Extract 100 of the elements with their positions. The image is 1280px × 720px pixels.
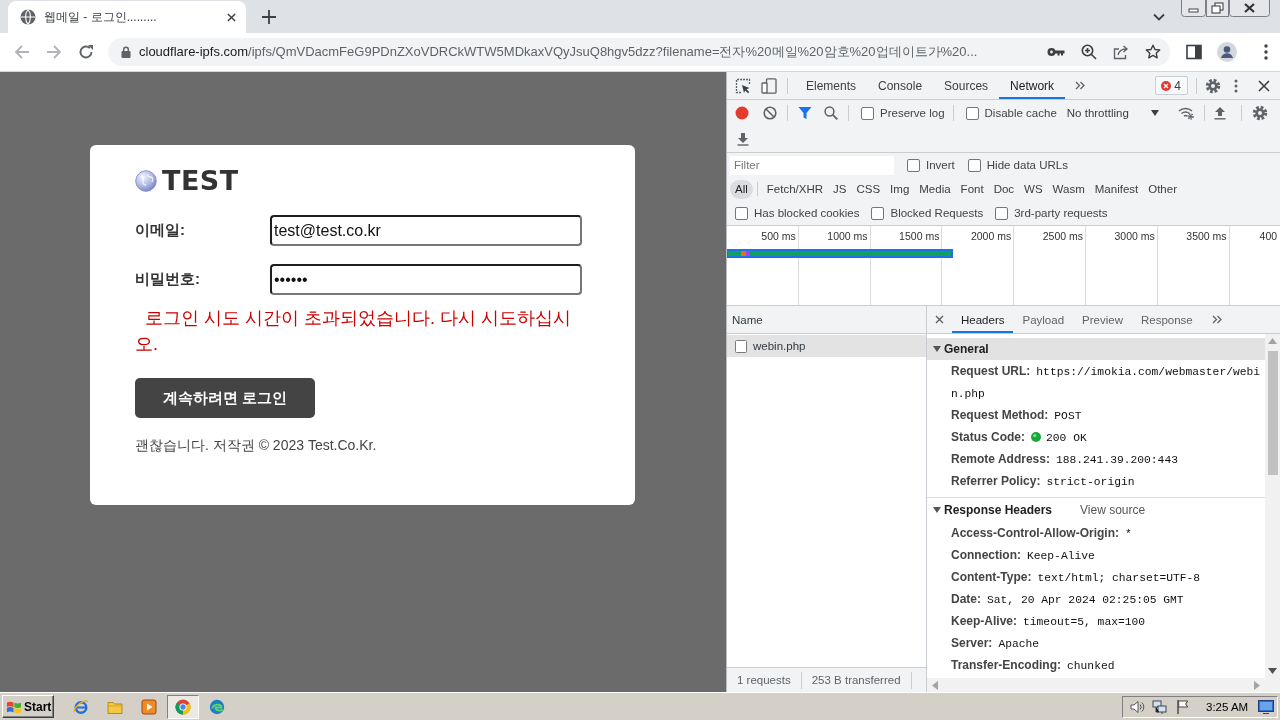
speaker-icon[interactable] xyxy=(1129,698,1145,715)
caret-down-icon[interactable] xyxy=(933,506,941,514)
restore-icon[interactable] xyxy=(1206,0,1229,17)
type-filter-button[interactable]: Media xyxy=(914,179,956,199)
plus-icon[interactable] xyxy=(262,10,276,24)
star-icon[interactable] xyxy=(1145,44,1161,60)
inspect-icon[interactable] xyxy=(735,77,751,94)
network-icon[interactable] xyxy=(1152,698,1168,715)
checkbox[interactable] xyxy=(995,206,1009,220)
checkbox-label[interactable]: Hide data URLs xyxy=(986,159,1068,171)
checkbox[interactable] xyxy=(907,158,920,172)
show-desktop-icon[interactable] xyxy=(1258,699,1274,714)
download-icon[interactable] xyxy=(736,132,750,146)
checkbox-label[interactable]: Disable cache xyxy=(984,107,1057,119)
field-label: 이메일: xyxy=(135,221,186,240)
filter-icon[interactable] xyxy=(798,106,812,120)
devtools-tab[interactable]: Console xyxy=(867,72,934,99)
more-icon[interactable] xyxy=(1264,44,1268,60)
scrollbar-thumb[interactable] xyxy=(1267,351,1278,475)
chevrons-icon[interactable] xyxy=(1075,81,1086,90)
type-filter-button[interactable]: JS xyxy=(828,179,852,199)
type-filter-button[interactable]: Font xyxy=(955,179,989,199)
side-panel-icon[interactable] xyxy=(1186,44,1202,60)
taskbar-button[interactable] xyxy=(167,694,199,719)
checkbox-label[interactable]: Preserve log xyxy=(880,107,945,119)
input-field[interactable]: •••••• xyxy=(270,264,582,295)
checkbox-label[interactable]: Blocked Requests xyxy=(890,207,984,219)
record-icon[interactable] xyxy=(735,106,749,120)
details-tab[interactable]: Response xyxy=(1131,306,1202,333)
section-title[interactable]: Response Headers xyxy=(944,503,1053,517)
wifi-gear-icon[interactable] xyxy=(1177,106,1194,120)
type-filter-button[interactable]: Manifest xyxy=(1089,179,1144,199)
reload-icon[interactable] xyxy=(78,44,94,60)
type-filter-button[interactable]: Img xyxy=(885,179,915,199)
header-row-text: Referrer Policy: strict-origin xyxy=(950,473,1136,490)
type-filter-button[interactable]: Fetch/XHR xyxy=(761,179,829,199)
header-row-text: Date: Sat, 20 Apr 2024 02:25:05 GMT xyxy=(950,591,1185,608)
details-tab[interactable]: Preview xyxy=(1073,306,1132,333)
clock-text: 3:25 AM xyxy=(1206,700,1249,713)
type-filter-button[interactable]: Other xyxy=(1143,179,1182,199)
share-icon[interactable] xyxy=(1113,44,1129,60)
e-logo-icon[interactable] xyxy=(73,698,89,715)
checkbox-label[interactable]: Has blocked cookies xyxy=(754,207,860,219)
circle-logo-icon[interactable] xyxy=(175,698,191,715)
checkbox[interactable] xyxy=(735,206,748,220)
devtools-tab[interactable]: Elements xyxy=(795,72,868,99)
profile-icon[interactable] xyxy=(1217,42,1237,62)
error-count-badge[interactable]: 4 xyxy=(1155,76,1188,95)
throttling-dropdown[interactable]: No throttling xyxy=(1066,107,1159,119)
checkbox[interactable] xyxy=(871,206,885,220)
details-tab[interactable]: Headers xyxy=(952,306,1014,333)
play-icon[interactable] xyxy=(141,698,157,715)
chevrons-icon[interactable] xyxy=(1211,315,1222,324)
checkbox[interactable] xyxy=(967,158,981,172)
more-icon[interactable] xyxy=(1234,78,1238,93)
type-filter-button[interactable]: All xyxy=(730,179,753,199)
chevron-down-icon[interactable] xyxy=(1153,13,1165,21)
close-icon[interactable] xyxy=(1258,79,1270,92)
type-filter-button[interactable]: WS xyxy=(1019,179,1048,199)
devtools-tab[interactable]: Sources xyxy=(933,72,1000,99)
upload-icon[interactable] xyxy=(1212,106,1227,120)
close-icon[interactable] xyxy=(1229,0,1270,17)
caret-down-icon[interactable] xyxy=(933,345,941,353)
search-icon[interactable] xyxy=(824,106,838,120)
request-row[interactable]: webin.php xyxy=(727,335,926,357)
input-field[interactable]: test@test.co.kr xyxy=(270,215,582,246)
address-bar[interactable]: cloudflare-ipfs.com/ipfs/QmVDacmFeG9PDnZXoVDRCkWTW5MDkaxVQyJsuQ8hgv5dzz?filename=전자%20메일%20암호%20업데이트가%20... xyxy=(108,38,1170,66)
close-icon[interactable] xyxy=(935,315,944,324)
type-filter-button[interactable]: CSS xyxy=(851,179,886,199)
key-icon[interactable] xyxy=(1047,47,1065,57)
section-title[interactable]: General xyxy=(944,342,989,356)
header-row-text: Server: Apache xyxy=(950,635,1041,652)
header-row-text: Request URL: https://imokia.com/webmaster/webin.php xyxy=(950,363,1262,402)
scroll-down-icon[interactable] xyxy=(1268,668,1277,674)
login-button[interactable]: 계속하려면 로그인 xyxy=(135,378,315,418)
view-source-link[interactable]: View source xyxy=(1080,503,1146,517)
details-tab[interactable]: Payload xyxy=(1013,306,1074,333)
settings-icon[interactable] xyxy=(1205,77,1221,94)
close-icon[interactable] xyxy=(227,12,236,22)
checkbox-label[interactable]: 3rd-party requests xyxy=(1014,207,1108,219)
checkbox[interactable] xyxy=(861,106,874,120)
checkbox[interactable] xyxy=(965,106,979,120)
timeline-tick-label: 400 xyxy=(1259,230,1278,242)
clear-icon[interactable] xyxy=(763,106,777,120)
swirl-logo-icon[interactable] xyxy=(209,698,225,715)
start-button[interactable]: Start xyxy=(2,695,54,718)
type-filter-button[interactable]: Doc xyxy=(988,179,1020,199)
minimize-icon[interactable] xyxy=(1181,0,1206,17)
header-name: Status Code: xyxy=(951,430,1025,444)
zoom-in-icon[interactable] xyxy=(1081,44,1097,60)
checkbox-label[interactable]: Invert xyxy=(926,159,955,171)
filter-field[interactable]: Filter xyxy=(730,155,894,175)
column-header[interactable]: Name xyxy=(732,313,763,326)
type-filter-button[interactable]: Wasm xyxy=(1047,179,1090,199)
windows-flag-icon xyxy=(6,699,22,714)
vertical-scrollbar[interactable] xyxy=(1265,334,1280,678)
browser-tab[interactable]: 웹메일 - 로그인......... xyxy=(8,1,246,33)
device-icon[interactable] xyxy=(761,77,777,94)
settings-icon[interactable] xyxy=(1251,105,1268,121)
flag-icon[interactable] xyxy=(1175,698,1191,715)
